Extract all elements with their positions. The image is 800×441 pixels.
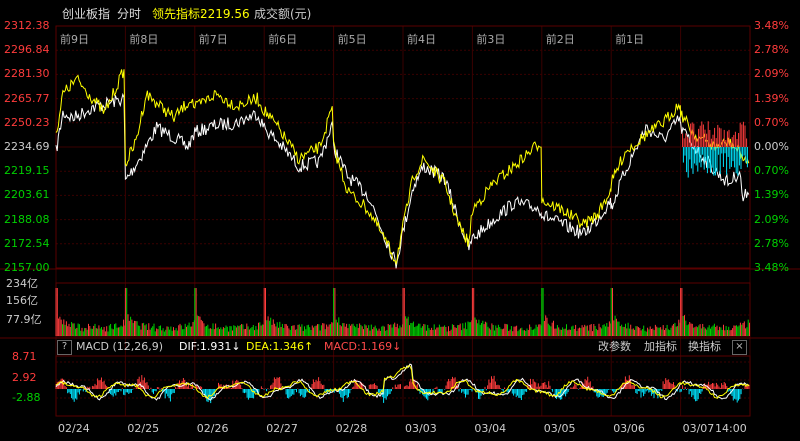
day-label: 前6日 <box>268 33 298 46</box>
price-tick-label: 2312.38 <box>4 19 50 32</box>
percent-tick-label: 0.70% <box>754 115 789 129</box>
percent-tick-label: 3.48% <box>754 261 789 274</box>
order-flow-bars <box>682 121 748 178</box>
chart-grid <box>0 25 800 417</box>
macd-dif: DIF:1.931↓ <box>179 340 241 353</box>
price-tick-label: 2296.84 <box>4 43 50 57</box>
percent-tick-label: 1.39% <box>754 188 789 202</box>
price-tick-label: 2157.00 <box>4 261 50 274</box>
price-tick-label: 2281.30 <box>4 67 50 81</box>
date-label: 03/05 <box>543 422 576 435</box>
date-label: 02/27 <box>266 422 298 435</box>
macd-dea: DEA:1.346↑ <box>246 340 314 353</box>
macd-tick-label: 2.92 <box>12 371 37 384</box>
macd-title[interactable]: MACD (12,26,9) <box>76 338 163 356</box>
price-line <box>55 92 750 269</box>
day-label: 前8日 <box>129 33 159 46</box>
volume-tick-label: 156亿 <box>6 294 38 307</box>
change-params-button[interactable]: 改参数 <box>598 338 631 356</box>
date-label: 03/03 <box>405 422 437 435</box>
day-label: 前4日 <box>407 33 436 46</box>
percent-tick-label: 2.78% <box>754 43 789 57</box>
day-label: 前9日 <box>60 33 89 46</box>
percent-tick-label: 0.00% <box>754 140 789 153</box>
percent-tick-label: 0.70% <box>754 164 789 178</box>
volume-tick-label: 77.9亿 <box>6 313 42 326</box>
close-icon[interactable]: × <box>732 340 747 355</box>
add-indicator-button[interactable]: 加指标 <box>644 338 677 356</box>
day-label: 前3日 <box>476 33 506 46</box>
macd-toolbar: MACD (12,26,9) DIF:1.931↓ DEA:1.346↑ MAC… <box>56 338 750 356</box>
date-label: 03/07 <box>682 422 715 435</box>
macd-value: MACD:1.169↓ <box>324 340 402 353</box>
price-tick-label: 2172.54 <box>4 236 50 250</box>
date-label: 02/25 <box>127 422 160 435</box>
percent-tick-label: 2.09% <box>754 67 789 81</box>
date-label: 02/28 <box>335 422 368 435</box>
date-label: 14:00 <box>715 422 747 435</box>
price-tick-label: 2188.08 <box>4 212 50 226</box>
date-label: 03/06 <box>613 422 645 435</box>
macd-tick-label: -2.88 <box>12 391 41 404</box>
day-label: 前1日 <box>615 33 645 46</box>
volume-tick-label: 234亿 <box>6 277 38 290</box>
intraday-chart[interactable] <box>0 0 800 441</box>
price-tick-label: 2219.15 <box>4 164 50 178</box>
percent-tick-label: 2.78% <box>754 236 789 250</box>
day-label: 前7日 <box>198 33 228 46</box>
day-label: 前2日 <box>545 33 575 46</box>
percent-tick-label: 3.48% <box>754 19 789 32</box>
macd-tick-label: 8.71 <box>12 350 37 363</box>
switch-indicator-button[interactable]: 换指标 <box>688 338 721 356</box>
price-tick-label: 2250.23 <box>4 115 50 129</box>
price-tick-label: 2234.69 <box>4 140 50 153</box>
day-label: 前5日 <box>337 33 367 46</box>
percent-tick-label: 2.09% <box>754 212 789 226</box>
price-tick-label: 2265.77 <box>4 91 50 105</box>
date-label: 03/04 <box>474 422 507 435</box>
percent-tick-label: 1.39% <box>754 91 789 105</box>
date-label: 02/24 <box>58 422 90 435</box>
price-tick-label: 2203.61 <box>4 188 50 202</box>
date-label: 02/26 <box>196 422 229 435</box>
